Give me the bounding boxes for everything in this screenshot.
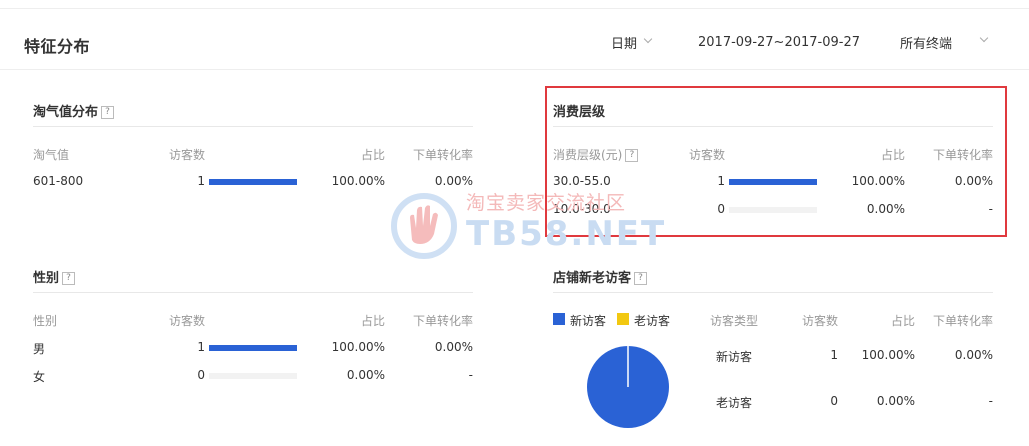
row-visitors: 1 xyxy=(830,348,838,362)
row-conversion: 0.00% xyxy=(954,348,993,362)
row-label: 601-800 xyxy=(33,174,84,188)
gender-title-text: 性别 xyxy=(33,271,60,286)
legend-label-new[interactable]: 新访客 xyxy=(570,312,606,329)
date-range-picker[interactable]: 2017-09-27~2017-09-27 xyxy=(698,35,860,50)
row-visitors: 1 xyxy=(197,174,205,188)
terminal-chevron-down-icon[interactable] xyxy=(979,33,989,43)
help-icon[interactable]: ? xyxy=(634,272,648,285)
gender-col-label: 性别 xyxy=(33,314,58,328)
help-icon[interactable]: ? xyxy=(101,106,115,119)
share-bar-fill xyxy=(209,179,297,185)
taoqi-divider xyxy=(33,126,473,127)
share-bar xyxy=(209,373,297,379)
date-dropdown-label: 日期 xyxy=(611,37,638,52)
taoqi-col-visitors: 访客数 xyxy=(169,148,206,162)
row-conversion: 0.00% xyxy=(434,174,473,188)
taoqi-section-title: 淘气值分布? xyxy=(33,101,115,120)
share-bar-fill xyxy=(209,345,297,351)
taoqi-col-conversion: 下单转化率 xyxy=(412,148,473,162)
taoqi-title-text: 淘气值分布 xyxy=(33,105,99,120)
row-visitors: 0 xyxy=(197,368,205,382)
newold-section-title: 店铺新老访客? xyxy=(553,267,648,286)
row-conversion: - xyxy=(468,368,473,382)
row-share: 100.00% xyxy=(331,340,385,354)
row-label: 新访客 xyxy=(716,350,753,364)
gender-col-share: 占比 xyxy=(360,314,385,328)
newold-col-type: 访客类型 xyxy=(710,314,759,328)
gender-section-title: 性别? xyxy=(33,267,76,286)
row-share: 100.00% xyxy=(331,174,385,188)
newold-title-text: 店铺新老访客 xyxy=(553,271,632,286)
row-share: 0.00% xyxy=(876,394,915,408)
share-bar xyxy=(209,179,297,185)
taoqi-col-share: 占比 xyxy=(360,148,385,162)
page-title: 特征分布 xyxy=(24,37,91,56)
page-header: 特征分布 日期 2017-09-27~2017-09-27 所有终端 xyxy=(0,9,1029,70)
date-chevron-down-icon[interactable] xyxy=(643,34,653,44)
watermark-hand-logo xyxy=(391,193,457,259)
legend-swatch-new[interactable] xyxy=(553,313,565,325)
newold-col-share: 占比 xyxy=(890,314,915,328)
date-dropdown[interactable]: 日期 xyxy=(611,33,637,52)
terminal-dropdown[interactable]: 所有终端 xyxy=(900,33,952,52)
taoqi-col-label: 淘气值 xyxy=(33,148,70,162)
newold-col-conversion: 下单转化率 xyxy=(932,314,993,328)
row-label: 老访客 xyxy=(716,396,753,410)
gender-divider xyxy=(33,292,473,293)
watermark-text: 淘宝卖家交流社区 xyxy=(466,192,627,214)
legend-swatch-old[interactable] xyxy=(617,313,629,325)
row-share: 100.00% xyxy=(861,348,915,362)
row-share: 0.00% xyxy=(346,368,385,382)
watermark-site: TB58.NET xyxy=(466,214,667,254)
help-icon[interactable]: ? xyxy=(62,272,76,285)
gender-col-visitors: 访客数 xyxy=(169,314,206,328)
row-conversion: - xyxy=(988,394,993,408)
share-bar xyxy=(209,345,297,351)
gender-col-conversion: 下单转化率 xyxy=(412,314,473,328)
row-visitors: 1 xyxy=(197,340,205,354)
row-label: 男 xyxy=(33,342,46,356)
row-visitors: 0 xyxy=(830,394,838,408)
terminal-dropdown-label: 所有终端 xyxy=(900,37,953,52)
visitor-pie-chart xyxy=(587,346,669,428)
newold-divider xyxy=(553,292,993,293)
row-conversion: 0.00% xyxy=(434,340,473,354)
newold-col-visitors: 访客数 xyxy=(801,314,838,328)
row-label: 女 xyxy=(33,370,46,384)
legend-label-old[interactable]: 老访客 xyxy=(634,312,670,329)
